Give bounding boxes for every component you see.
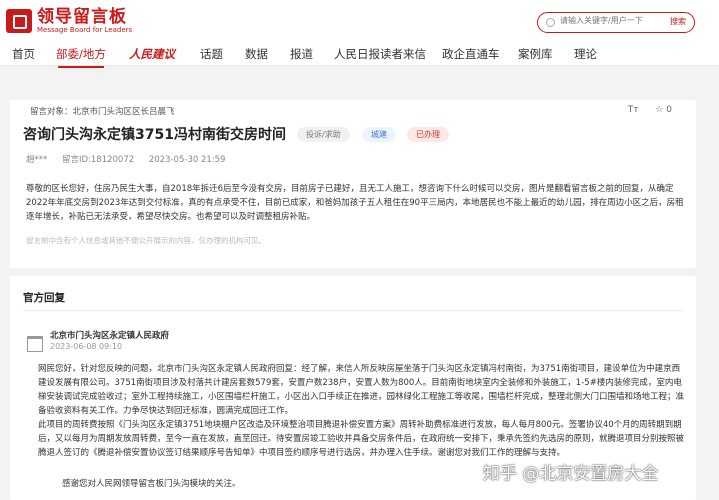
reply-date: 2023-06-08 09:10 [50, 342, 123, 351]
logo-icon [6, 9, 32, 33]
nav-item-cases[interactable]: 案例库 [518, 46, 553, 62]
reply-body: 网民您好，针对您反映的问题，北京市门头沟区永定镇人民政府回复：经了解，来信人所反… [38, 362, 688, 460]
logo-title: 领导留言板 [37, 7, 127, 27]
section-title: 官方回复 [23, 292, 65, 304]
message-target: 留言对象：北京市门头沟区区长吕晨飞 [30, 107, 175, 117]
font-size-button[interactable]: Tт [628, 105, 639, 115]
reply-thanks: 感谢您对人民网领导留言板门头沟模块的关注。 [62, 479, 241, 489]
nav-item-reports[interactable]: 报道 [290, 46, 313, 62]
nav-item-suggestions[interactable]: 人民建议 [129, 46, 175, 62]
favorite-button[interactable]: ☆ 0 [655, 105, 672, 115]
search-icon [546, 18, 555, 27]
status-badge: 已办理 [407, 127, 449, 142]
question-title: 咨询门头沟永定镇3751冯村南街交房时间 [23, 127, 286, 143]
watermark: 知乎 @北京安置房大全 [483, 464, 659, 484]
government-building-icon [27, 336, 43, 352]
message-id: 留言ID:18120072 [61, 155, 135, 165]
main-nav: 首页 部委/地方 人民建议 话题 数据 报道 人民日报读者来信 政企直通车 案例… [0, 42, 719, 68]
type-badge: 投诉/求助 [297, 127, 350, 142]
nav-item-letters[interactable]: 人民日报读者来信 [334, 46, 426, 62]
search-button[interactable]: 搜索 [670, 16, 686, 27]
nav-item-theory[interactable]: 理论 [574, 46, 597, 62]
nav-item-ministries[interactable]: 部委/地方 [56, 46, 106, 68]
nav-item-data[interactable]: 数据 [245, 46, 268, 62]
tool-bar: Tт ☆ 0 [614, 105, 672, 115]
divider [23, 310, 683, 311]
nav-item-topics[interactable]: 话题 [200, 46, 223, 62]
search-box: 搜索 [537, 12, 695, 33]
message-time: 2023-05-30 21:59 [148, 155, 226, 165]
site-header: 领导留言板 Message Board for Leaders 搜索 [0, 0, 719, 42]
domain-badge: 城建 [362, 127, 396, 142]
question-meta: 趙*** 留言ID:18120072 2023-05-30 21:59 [26, 153, 237, 165]
site-logo[interactable]: 领导留言板 Message Board for Leaders [6, 8, 132, 34]
reply-org: 北京市门头沟区永定镇人民政府 [50, 331, 170, 341]
reply-paragraph: 此项目的周转费按照《门头沟区永定镇3751地块棚户区改造及环境整治项目腾退补偿安… [38, 420, 685, 458]
question-body: 尊敬的区长您好，住房乃民生大事，自2018年拆迁6后至今没有交房，目前房子已建好… [26, 184, 684, 222]
logo-subtitle: Message Board for Leaders [37, 26, 133, 34]
nav-item-enterprise[interactable]: 政企直通车 [442, 46, 500, 62]
author-name: 趙*** [26, 155, 48, 165]
question-card: 留言对象：北京市门头沟区区长吕晨飞 Tт ☆ 0 咨询门头沟永定镇3751冯村南… [10, 100, 696, 268]
reply-paragraph: 网民您好，针对您反映的问题，北京市门头沟区永定镇人民政府回复：经了解，来信人所反… [38, 364, 685, 416]
nav-item-home[interactable]: 首页 [12, 46, 35, 62]
privacy-note: 留言前中含有个人信息或其他不便公开展示的内容，仅办理的机构可见。 [26, 236, 266, 245]
search-input[interactable] [560, 16, 660, 25]
